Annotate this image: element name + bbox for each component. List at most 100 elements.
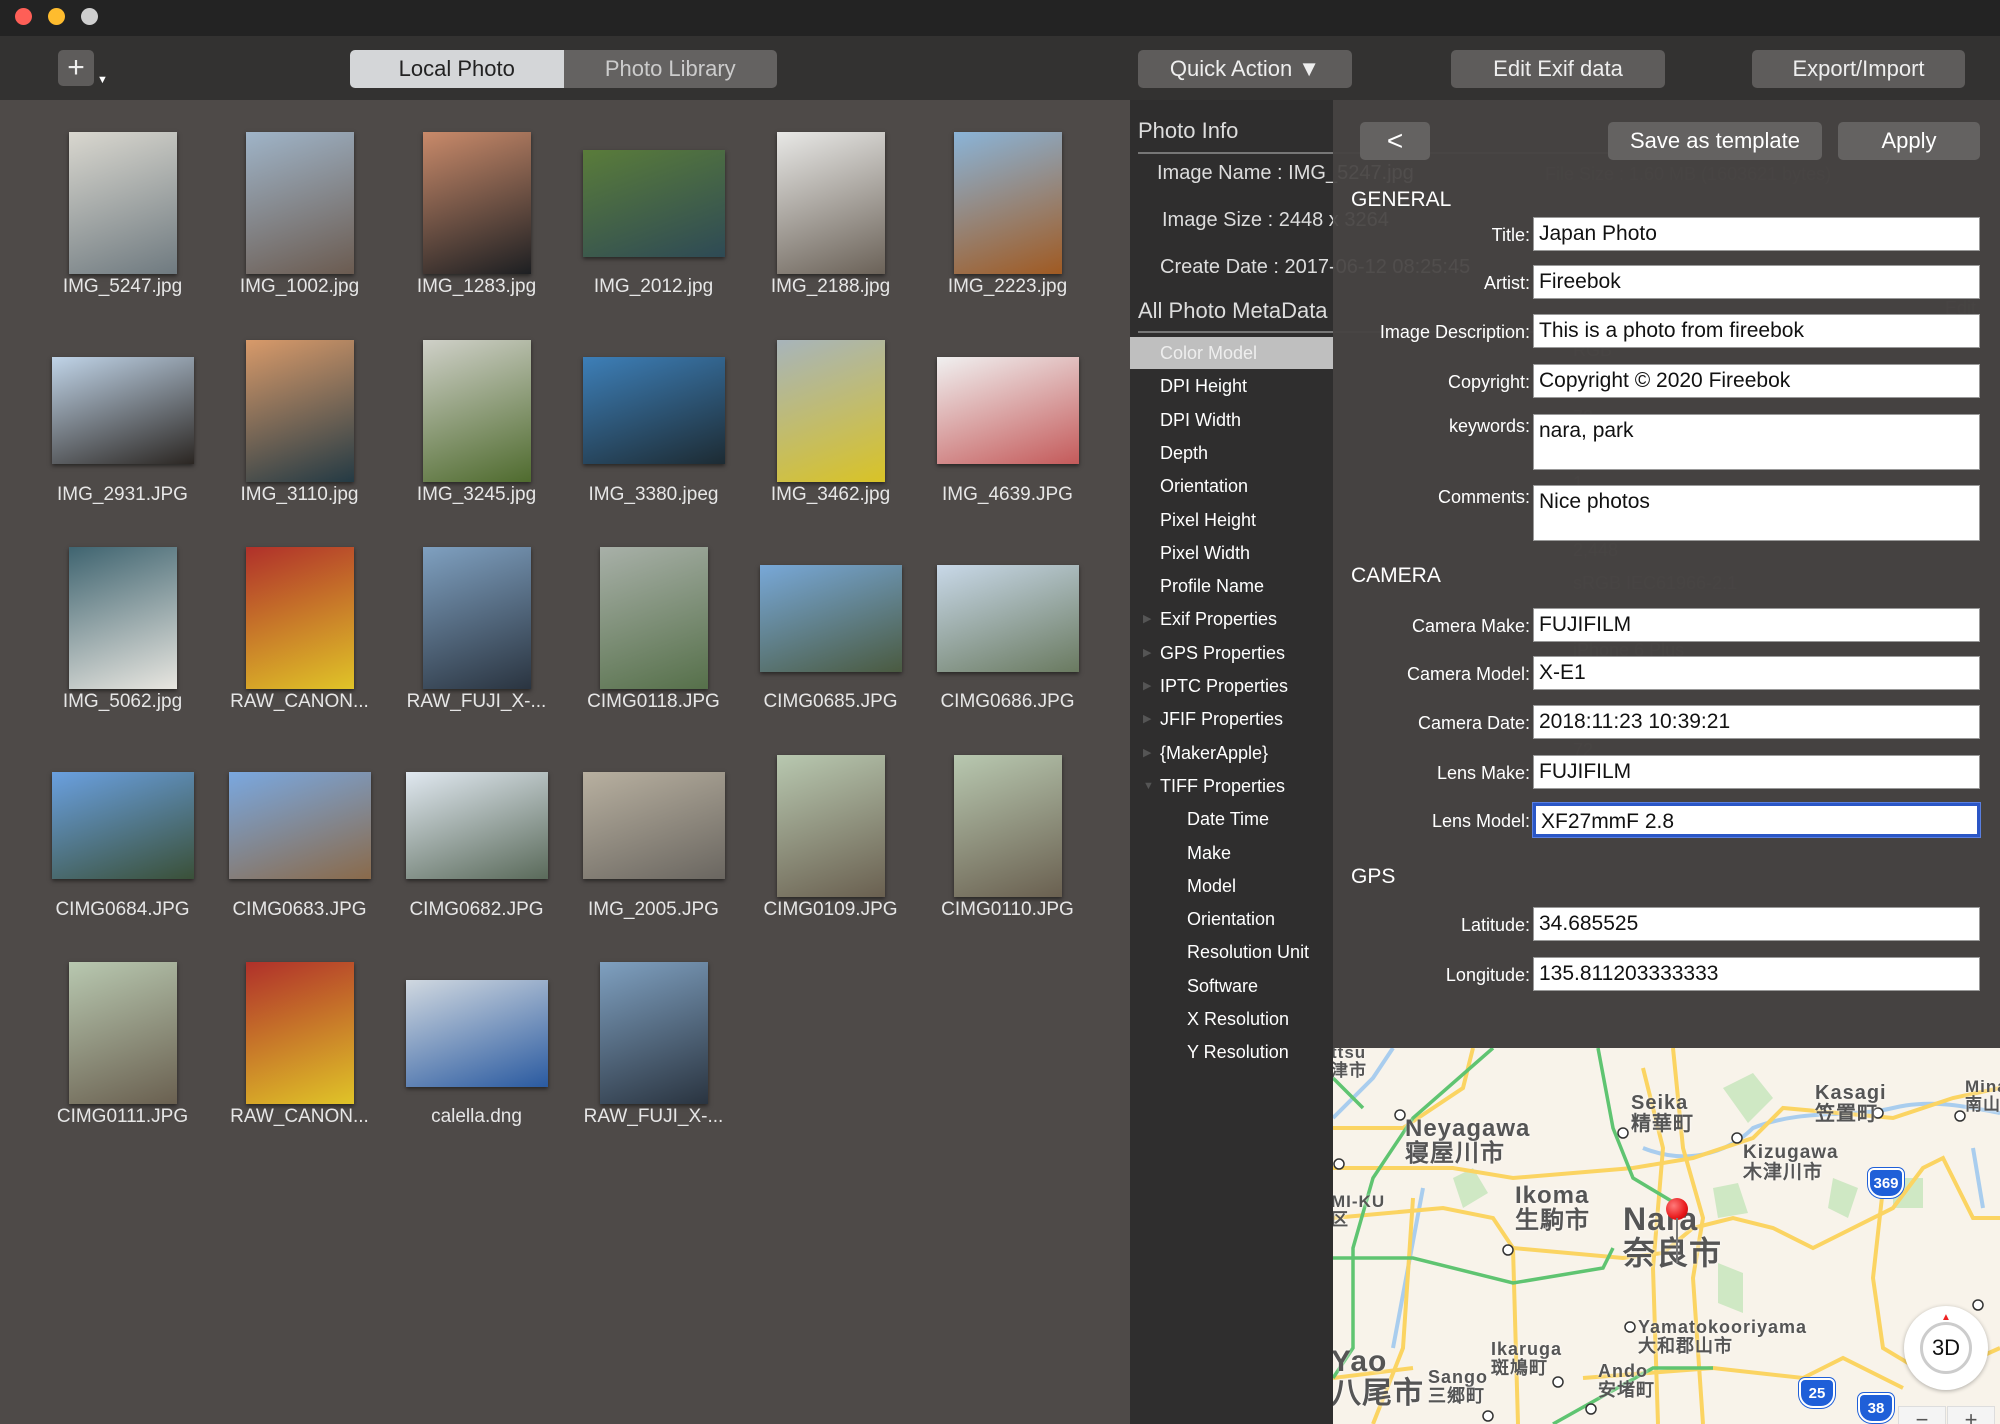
metadata-tree-item[interactable]: Orientation bbox=[1130, 470, 1333, 502]
disclosure-right-icon[interactable]: ▶ bbox=[1143, 703, 1151, 735]
metadata-tree-item[interactable]: Y Resolution bbox=[1130, 1036, 1333, 1068]
metadata-tree-item[interactable]: Color Model bbox=[1130, 337, 1333, 369]
photo-item[interactable]: CIMG0118.JPG bbox=[565, 533, 742, 740]
close-window-button[interactable] bbox=[15, 8, 32, 25]
metadata-tree-item[interactable]: Depth bbox=[1130, 437, 1333, 469]
photo-thumbnail[interactable] bbox=[68, 962, 177, 1104]
metadata-tree-item[interactable]: Pixel Width bbox=[1130, 537, 1333, 569]
apply-button[interactable]: Apply bbox=[1838, 122, 1980, 160]
photo-item[interactable]: RAW_CANON... bbox=[211, 533, 388, 740]
photo-thumbnail[interactable] bbox=[68, 547, 177, 689]
photo-item[interactable]: IMG_3245.jpg bbox=[388, 326, 565, 533]
photo-thumbnail[interactable] bbox=[245, 339, 354, 482]
edit-exif-button[interactable]: Edit Exif data bbox=[1451, 50, 1665, 88]
copyright-field[interactable]: Copyright © 2020 Fireebok bbox=[1533, 364, 1980, 398]
photo-item[interactable]: IMG_2931.JPG bbox=[34, 326, 211, 533]
photo-item[interactable]: CIMG0110.JPG bbox=[919, 741, 1096, 948]
photo-thumbnail[interactable] bbox=[776, 132, 885, 274]
photo-thumbnail[interactable] bbox=[759, 564, 902, 672]
photo-thumbnail[interactable] bbox=[582, 357, 725, 464]
disclosure-down-icon[interactable]: ▼ bbox=[1143, 770, 1154, 802]
photo-item[interactable]: IMG_3462.jpg bbox=[742, 326, 919, 533]
metadata-tree-item[interactable]: X Resolution bbox=[1130, 1003, 1333, 1035]
photo-item[interactable]: IMG_2012.jpg bbox=[565, 118, 742, 325]
photo-thumbnail[interactable] bbox=[582, 772, 725, 879]
tab-local-photo[interactable]: Local Photo bbox=[350, 50, 564, 88]
metadata-tree-item[interactable]: Model bbox=[1130, 870, 1333, 902]
photo-item[interactable]: IMG_4639.JPG bbox=[919, 326, 1096, 533]
location-map[interactable]: Neyagawa 寝屋川市 Ikoma 生駒市 Nara 奈良市 Seika 精華町 Kasag… bbox=[1333, 1048, 2000, 1424]
photo-thumbnail[interactable] bbox=[936, 357, 1079, 464]
photo-thumbnail[interactable] bbox=[422, 339, 531, 482]
keywords-field[interactable]: nara, park bbox=[1533, 414, 1980, 470]
photo-item[interactable]: calella.dng bbox=[388, 948, 565, 1155]
zoom-in-button[interactable]: + bbox=[1947, 1406, 1995, 1424]
photo-item[interactable]: IMG_3380.jpeg bbox=[565, 326, 742, 533]
title-field[interactable]: Japan Photo bbox=[1533, 217, 1980, 251]
photo-thumbnail[interactable] bbox=[953, 754, 1062, 897]
metadata-tree-item[interactable]: ▶ {MakerApple} bbox=[1130, 737, 1333, 769]
metadata-tree-item[interactable]: DPI Height bbox=[1130, 370, 1333, 402]
quick-action-button[interactable]: Quick Action ▼ bbox=[1138, 50, 1352, 88]
metadata-tree-item[interactable]: ▼ TIFF Properties bbox=[1130, 770, 1333, 802]
disclosure-right-icon[interactable]: ▶ bbox=[1143, 670, 1151, 702]
export-import-button[interactable]: Export/Import bbox=[1752, 50, 1965, 88]
photo-thumbnail[interactable] bbox=[51, 772, 194, 879]
photo-item[interactable]: CIMG0109.JPG bbox=[742, 741, 919, 948]
back-button[interactable]: < bbox=[1360, 122, 1430, 160]
metadata-tree-item[interactable]: Resolution Unit bbox=[1130, 936, 1333, 968]
photo-thumbnail[interactable] bbox=[405, 772, 548, 879]
photo-item[interactable]: IMG_1002.jpg bbox=[211, 118, 388, 325]
metadata-tree-item[interactable]: Pixel Height bbox=[1130, 504, 1333, 536]
photo-item[interactable]: CIMG0111.JPG bbox=[34, 948, 211, 1155]
photo-item[interactable]: IMG_2005.JPG bbox=[565, 741, 742, 948]
photo-item[interactable]: IMG_5062.jpg bbox=[34, 533, 211, 740]
save-as-template-button[interactable]: Save as template bbox=[1608, 122, 1822, 160]
photo-thumbnail[interactable] bbox=[68, 132, 177, 274]
metadata-tree-item[interactable]: ▶ GPS Properties bbox=[1130, 637, 1333, 669]
photo-item[interactable]: CIMG0682.JPG bbox=[388, 741, 565, 948]
photo-thumbnail[interactable] bbox=[228, 772, 371, 879]
metadata-tree-item[interactable]: DPI Width bbox=[1130, 404, 1333, 436]
lens-model-field[interactable]: XF27mmF 2.8 bbox=[1533, 803, 1980, 837]
zoom-window-button[interactable] bbox=[81, 8, 98, 25]
add-button[interactable]: + bbox=[58, 50, 94, 86]
photo-thumbnail[interactable] bbox=[599, 962, 708, 1104]
metadata-tree-item[interactable]: Orientation bbox=[1130, 903, 1333, 935]
disclosure-right-icon[interactable]: ▶ bbox=[1143, 737, 1151, 769]
photo-item[interactable]: RAW_FUJI_X-... bbox=[565, 948, 742, 1155]
longitude-field[interactable]: 135.811203333333 bbox=[1533, 957, 1980, 991]
disclosure-right-icon[interactable]: ▶ bbox=[1143, 603, 1151, 635]
photo-item[interactable]: RAW_CANON... bbox=[211, 948, 388, 1155]
photo-thumbnail[interactable] bbox=[953, 132, 1062, 274]
artist-field[interactable]: Fireebok bbox=[1533, 265, 1980, 299]
disclosure-right-icon[interactable]: ▶ bbox=[1143, 637, 1151, 669]
metadata-tree-item[interactable]: ▶ JFIF Properties bbox=[1130, 703, 1333, 735]
lens-make-field[interactable]: FUJIFILM bbox=[1533, 755, 1980, 789]
zoom-out-button[interactable]: − bbox=[1898, 1406, 1946, 1424]
dropdown-arrow-icon[interactable]: ▼ bbox=[97, 74, 108, 86]
camera-model-field[interactable]: X-E1 bbox=[1533, 656, 1980, 690]
photo-item[interactable]: CIMG0685.JPG bbox=[742, 533, 919, 740]
location-pin-icon[interactable] bbox=[1666, 1198, 1688, 1220]
photo-item[interactable]: CIMG0683.JPG bbox=[211, 741, 388, 948]
metadata-tree-item[interactable]: Software bbox=[1130, 970, 1333, 1002]
photo-thumbnail[interactable] bbox=[599, 547, 708, 689]
comments-field[interactable]: Nice photos bbox=[1533, 485, 1980, 541]
photo-thumbnail[interactable] bbox=[776, 754, 885, 897]
metadata-tree-item[interactable]: Make bbox=[1130, 837, 1333, 869]
metadata-tree-item[interactable]: Profile Name bbox=[1130, 570, 1333, 602]
camera-date-field[interactable]: 2018:11:23 10:39:21 bbox=[1533, 705, 1980, 739]
minimize-window-button[interactable] bbox=[48, 8, 65, 25]
photo-thumbnail[interactable] bbox=[245, 547, 354, 689]
latitude-field[interactable]: 34.685525 bbox=[1533, 907, 1980, 941]
photo-thumbnail[interactable] bbox=[245, 962, 354, 1104]
photo-thumbnail[interactable] bbox=[936, 564, 1079, 672]
photo-item[interactable]: RAW_FUJI_X-... bbox=[388, 533, 565, 740]
image-description-field[interactable]: This is a photo from fireebok bbox=[1533, 314, 1980, 348]
photo-item[interactable]: IMG_5247.jpg bbox=[34, 118, 211, 325]
photo-item[interactable]: CIMG0684.JPG bbox=[34, 741, 211, 948]
photo-thumbnail[interactable] bbox=[582, 149, 725, 257]
photo-thumbnail[interactable] bbox=[405, 979, 548, 1087]
metadata-tree-item[interactable]: Date Time bbox=[1130, 803, 1333, 835]
